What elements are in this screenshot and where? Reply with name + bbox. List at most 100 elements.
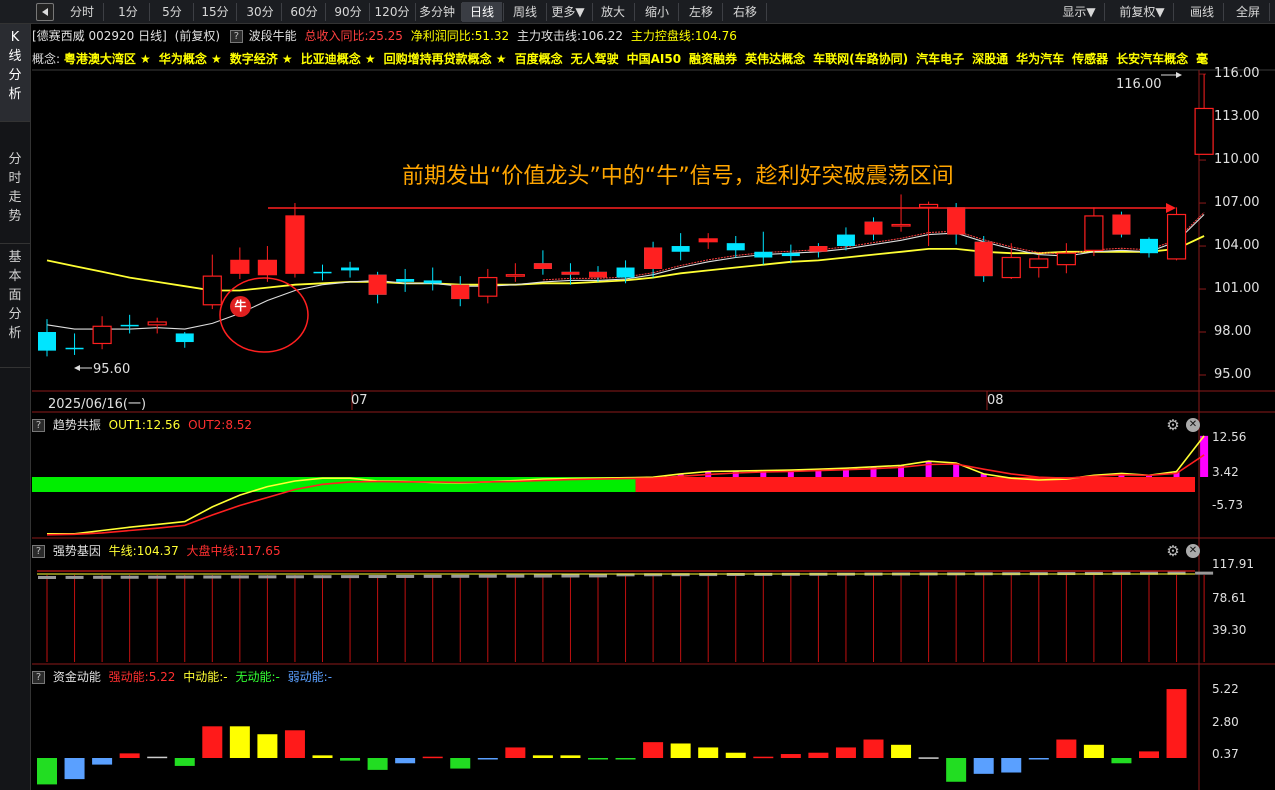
- pane3-bar: [1001, 758, 1022, 773]
- pane3-weak: 弱动能:-: [287, 670, 333, 684]
- candle-body: [1029, 258, 1049, 269]
- pane2-close-icon[interactable]: ✕: [1186, 544, 1200, 558]
- pane3-axis-label: 0.37: [1212, 747, 1239, 761]
- pane2-grey-tick: [368, 575, 387, 579]
- candle-body-filled: [974, 241, 993, 277]
- pane3-bar: [477, 758, 498, 760]
- pane1-help-icon[interactable]: ?: [32, 419, 45, 432]
- pane3-axis-label: 5.22: [1212, 682, 1239, 696]
- candle-body-filled: [644, 247, 663, 269]
- pane2-axis-label: 117.91: [1212, 557, 1254, 571]
- headline-annotation: 前期发出“价值龙头”中的“牛”信号，趁利好突破震荡区间: [402, 164, 954, 189]
- pane2-grey-tick: [93, 575, 112, 579]
- pane2-grey-tick: [561, 574, 580, 578]
- pane3-bar: [505, 747, 526, 758]
- candle-body: [1056, 252, 1076, 266]
- candle-body-filled: [864, 221, 883, 235]
- pane2-grey-tick: [451, 574, 470, 578]
- pane3-bar: [37, 758, 57, 785]
- price-axis-label: 95.00: [1214, 367, 1252, 382]
- candle-body-filled: [589, 271, 607, 278]
- pane1-gear-icon[interactable]: ⚙: [1166, 418, 1180, 433]
- pane2-grey-tick: [423, 574, 442, 578]
- candle-body-filled: [561, 271, 580, 275]
- pane3-bar: [973, 758, 994, 774]
- pane3-bar: [92, 758, 113, 765]
- pane3-bar: [367, 758, 388, 770]
- candle-body: [341, 267, 360, 271]
- pane1-axis-label: 12.56: [1212, 430, 1247, 444]
- pane1-red-band: [635, 477, 1195, 492]
- candle-body: [65, 347, 84, 350]
- date-start: 2025/06/16(一): [48, 397, 147, 412]
- bull-signal-circle: [219, 277, 309, 353]
- pane3-bar: [1028, 758, 1049, 760]
- candle-body: [147, 321, 167, 326]
- pane2-grey-tick: [1084, 571, 1103, 575]
- candle-body: [891, 223, 911, 227]
- pane3-bar: [643, 742, 664, 758]
- pane2-help-icon[interactable]: ?: [32, 545, 45, 558]
- candle-body: [120, 324, 139, 327]
- pane1-magenta-bar: [732, 471, 739, 477]
- candle-body-filled: [947, 207, 966, 235]
- pane2-grey-tick: [230, 575, 249, 579]
- pane3-bar: [422, 756, 443, 759]
- price-axis-label: 113.00: [1214, 109, 1260, 125]
- pane3-bar: [147, 756, 168, 759]
- high-pointer-head: [1176, 72, 1182, 78]
- pane3-bar: [284, 730, 305, 758]
- candle-body-filled: [699, 238, 718, 242]
- pane3-bar: [946, 758, 967, 782]
- pane3-bar: [835, 747, 856, 758]
- pane2-grey-tick: [65, 575, 84, 579]
- candle-body-filled: [533, 263, 552, 269]
- pane3-bar: [1111, 758, 1132, 764]
- pane2-grey-tick: [478, 574, 497, 578]
- pane3-bar: [891, 744, 912, 758]
- pane1-axis-label: -5.73: [1212, 498, 1244, 512]
- pane3-bar: [64, 758, 85, 780]
- pane3-bar: [725, 752, 746, 758]
- candle-body-filled: [285, 215, 304, 274]
- candle-body: [505, 274, 525, 277]
- pane2-grey-tick: [341, 575, 360, 579]
- pane3-bar: [615, 758, 636, 760]
- date-august: 08: [987, 393, 1004, 408]
- candle-body: [616, 267, 635, 278]
- pane3-axis-label: 2.80: [1212, 715, 1239, 729]
- pane3-bar: [229, 726, 250, 758]
- candle-body: [1194, 107, 1214, 155]
- pane3-bar: [174, 758, 195, 766]
- bull-signal-marker[interactable]: 牛: [230, 296, 251, 317]
- pane2-gear-icon[interactable]: ⚙: [1166, 544, 1180, 559]
- pane3-bar: [670, 743, 691, 758]
- pane2-grey-tick: [285, 575, 304, 579]
- pane2-grey-tick: [38, 576, 56, 579]
- pane2-grey-tick: [175, 575, 194, 579]
- pane1-header: ? 趋势共振 OUT1:12.56 OUT2:8.52: [32, 416, 252, 434]
- pane2-axis-label: 39.30: [1212, 623, 1247, 637]
- candle-body: [478, 276, 498, 297]
- pane3-bar: [532, 755, 553, 758]
- candle-body: [313, 271, 332, 274]
- pane3-bar: [863, 739, 884, 758]
- pane2-grey-tick: [148, 575, 167, 579]
- pane1-close-icon[interactable]: ✕: [1186, 418, 1200, 432]
- pane3-bar: [560, 755, 581, 758]
- pane3-bar: [1166, 689, 1187, 758]
- pane3-bar: [918, 757, 939, 759]
- candle-body: [92, 325, 112, 345]
- candle-body: [1166, 213, 1187, 260]
- pane3-bar: [808, 752, 829, 758]
- candle-body-filled: [1112, 214, 1131, 235]
- pane3-bar: [450, 758, 471, 769]
- candle-body: [1001, 256, 1021, 279]
- candle-body: [202, 275, 222, 306]
- pane2-grey-tick: [258, 575, 277, 579]
- candle-body-filled: [230, 260, 249, 274]
- price-axis-label: 107.00: [1214, 195, 1260, 211]
- pane3-help-icon[interactable]: ?: [32, 671, 45, 684]
- pane3-bar: [588, 758, 608, 760]
- breakout-arrow-head: [1166, 203, 1176, 213]
